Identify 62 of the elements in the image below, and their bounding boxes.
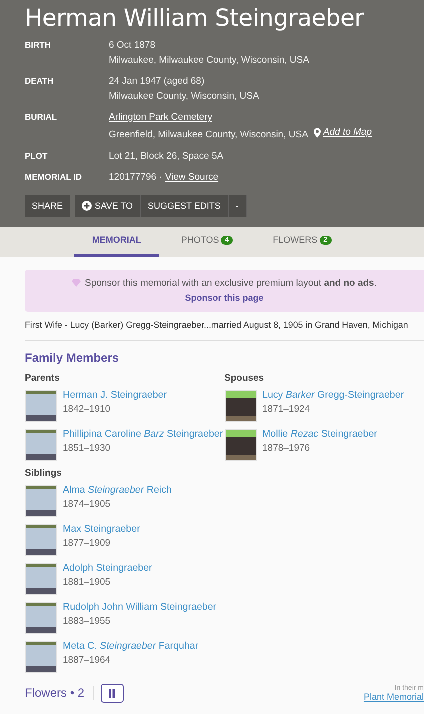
cemetery-link[interactable]: Arlington Park Cemetery <box>109 112 212 123</box>
member-link[interactable]: Herman J. Steingraeber <box>63 390 168 400</box>
headstone-photo[interactable] <box>25 640 57 672</box>
headstone-photo[interactable] <box>25 428 57 460</box>
sponsor-text: Sponsor this memorial with an exclusive premium layout and no ads. <box>85 276 377 290</box>
member-link[interactable]: Max Steingraeber <box>63 524 140 534</box>
member-link[interactable]: Mollie Rezac Steingraeber <box>262 428 378 440</box>
add-to-map-link[interactable]: Add to Map <box>323 125 372 140</box>
member-link[interactable]: Adolph Steingraeber <box>63 562 152 574</box>
headstone-photo[interactable] <box>25 484 57 516</box>
member-years: 1883–1955 <box>63 616 112 626</box>
member-years: 1881–1905 <box>63 576 112 588</box>
headstone-photo[interactable] <box>224 428 256 460</box>
member-years: 1877–1909 <box>63 538 112 548</box>
fact-value: 6 Oct 1878 <box>109 40 156 51</box>
headstone-photo[interactable] <box>224 390 256 422</box>
group-heading: Parents <box>25 372 61 384</box>
view-source-link[interactable]: View Source <box>165 172 219 182</box>
memorial-name: Herman William Steingraeber <box>25 4 366 32</box>
section-heading: Family Members <box>25 350 120 364</box>
fact-value: 120177796 · <box>109 172 162 182</box>
member-years: 1887–1964 <box>63 654 112 666</box>
pause-icon <box>108 688 116 698</box>
sponsor-link[interactable]: Sponsor this page <box>185 292 264 302</box>
plus-icon <box>82 200 92 210</box>
pause-button[interactable] <box>100 684 124 702</box>
save-to-button[interactable]: SAVE TO <box>75 194 142 216</box>
fact-label: MEMORIAL ID <box>25 170 83 184</box>
map-pin-icon <box>314 128 322 138</box>
member-years: 1874–1905 <box>63 498 112 510</box>
section-heading: Flowers • 2 <box>25 686 94 700</box>
bio-text: First Wife - Lucy (Barker) Gregg-Steingraeber...married August 8, 1905 in Grand Haven, Michigan <box>25 320 410 330</box>
member-link[interactable]: Phillipina Caroline Barz Steingraeber <box>63 428 224 440</box>
member-years: 1871–1924 <box>262 404 312 414</box>
fact-label: PLOT <box>25 150 49 162</box>
tab[interactable]: MEMORIAL <box>74 226 160 256</box>
fact-label: BURIAL <box>25 111 58 124</box>
headstone-photo[interactable] <box>25 602 57 634</box>
fact-label: BIRTH <box>25 39 52 52</box>
member-link[interactable]: Meta C. Steingraeber Farquhar <box>63 640 199 652</box>
fact-label: DEATH <box>25 75 55 88</box>
member-years: 1851–1930 <box>63 442 112 454</box>
fact-value: Greenfield, Milwaukee County, Wisconsin, USA <box>109 130 308 140</box>
fact-value: Milwaukee County, Wisconsin, USA <box>109 91 260 102</box>
member-years: 1878–1976 <box>262 442 312 454</box>
fact-value: Milwaukee, Milwaukee County, Wisconsin, USA <box>109 55 310 66</box>
plant-memorial-link[interactable]: Plant Memorial <box>364 692 424 702</box>
header-button[interactable]: SHARE <box>25 194 70 216</box>
header-button[interactable]: - <box>228 194 247 216</box>
group-heading: Spouses <box>224 372 266 384</box>
fact-value: 24 Jan 1947 (aged 68) <box>109 76 205 87</box>
fact-value: Lot 21, Block 26, Space 5A <box>109 150 224 162</box>
member-years: 1842–1910 <box>63 404 112 414</box>
group-heading: Siblings <box>25 468 63 478</box>
member-link[interactable]: Alma Steingraeber Reich <box>63 484 172 496</box>
member-link[interactable]: Lucy Barker Gregg-Steingraeber <box>262 390 404 400</box>
headstone-photo[interactable] <box>25 562 57 594</box>
member-link[interactable]: Rudolph John William Steingraeber <box>63 602 217 612</box>
header-button[interactable]: SUGGEST EDITS <box>141 194 229 216</box>
headstone-photo[interactable] <box>25 390 57 422</box>
headstone-photo[interactable] <box>25 524 57 556</box>
diamond-icon <box>72 279 81 287</box>
